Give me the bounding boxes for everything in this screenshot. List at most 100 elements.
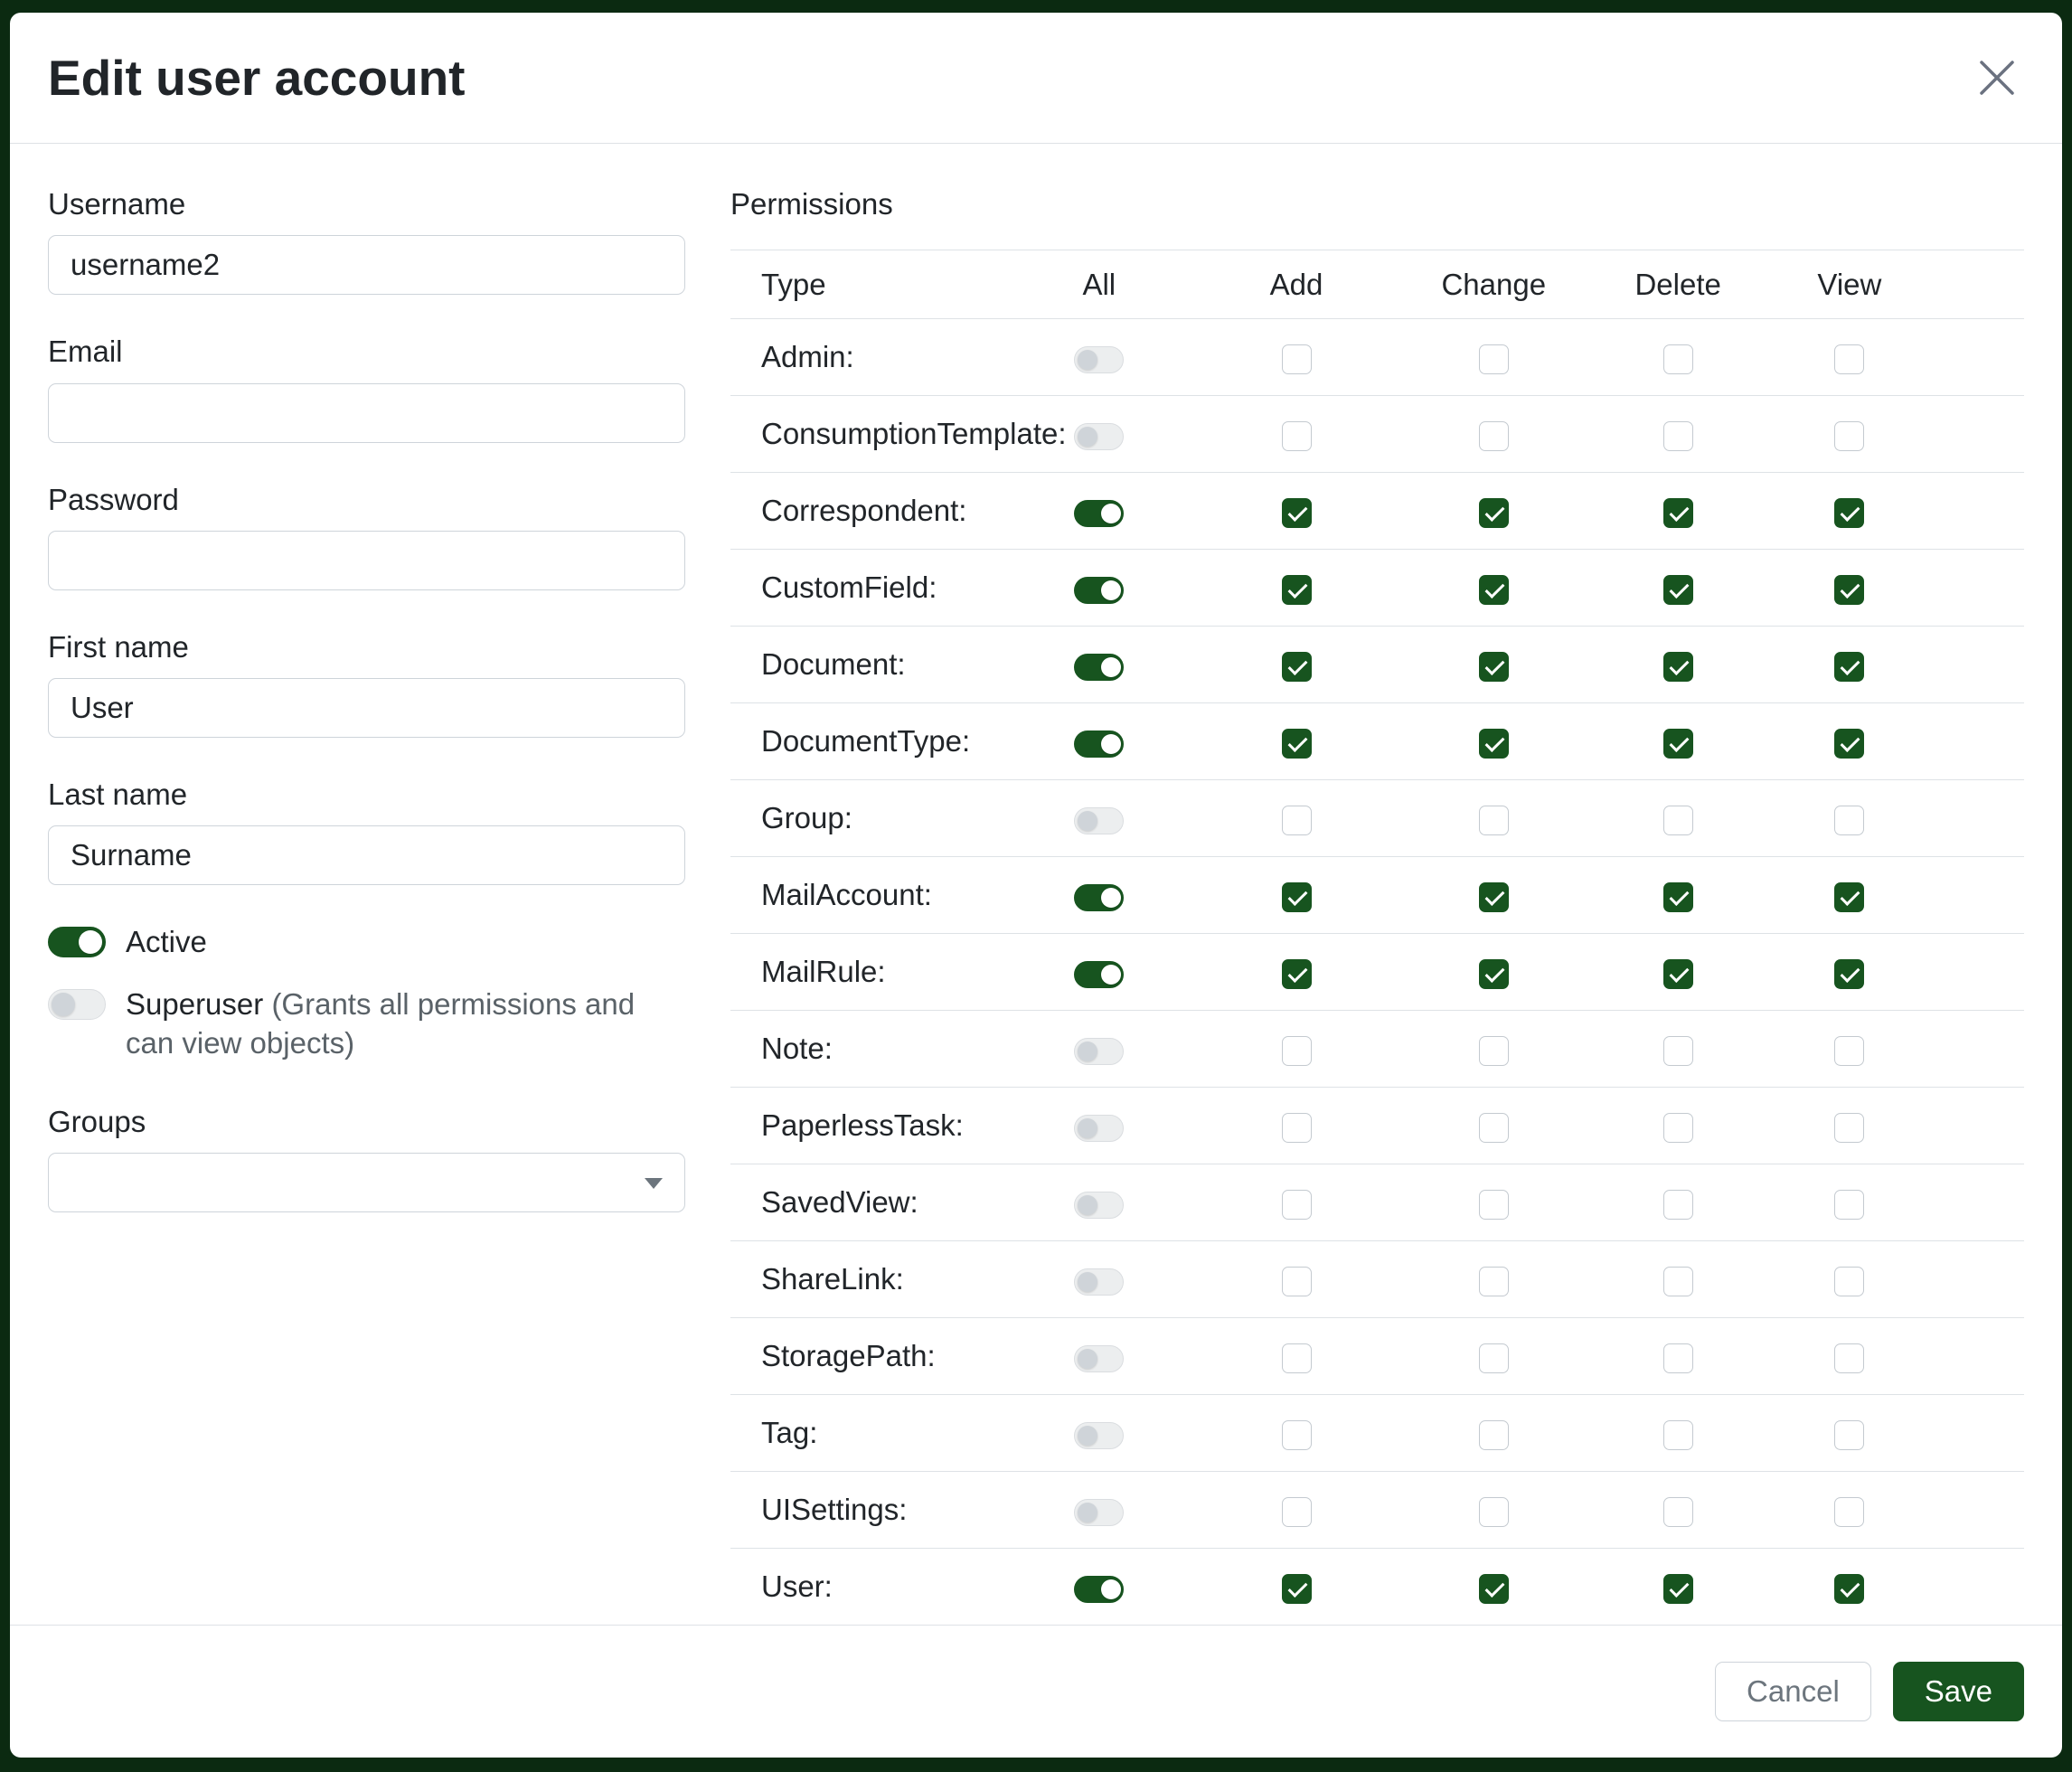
permission-change-checkbox[interactable] [1479, 421, 1509, 451]
permission-change-checkbox[interactable] [1479, 575, 1509, 605]
permission-view-checkbox[interactable] [1834, 1497, 1864, 1527]
permission-all-toggle[interactable] [1074, 1576, 1124, 1603]
superuser-toggle[interactable] [48, 989, 106, 1020]
permission-delete-checkbox[interactable] [1663, 575, 1693, 605]
permission-view-checkbox[interactable] [1834, 1113, 1864, 1143]
permission-delete-checkbox[interactable] [1663, 1343, 1693, 1373]
password-input[interactable] [48, 531, 685, 590]
groups-select[interactable] [48, 1153, 685, 1212]
permission-change-checkbox[interactable] [1479, 1267, 1509, 1296]
permission-add-checkbox[interactable] [1282, 652, 1312, 682]
permission-all-toggle[interactable] [1074, 807, 1124, 834]
permission-view-checkbox[interactable] [1834, 575, 1864, 605]
permission-change-checkbox[interactable] [1479, 498, 1509, 528]
toggle-knob [1078, 1195, 1097, 1215]
permission-view-checkbox[interactable] [1834, 959, 1864, 989]
permission-view-checkbox[interactable] [1834, 421, 1864, 451]
permission-add-checkbox[interactable] [1282, 498, 1312, 528]
permission-add-checkbox[interactable] [1282, 1497, 1312, 1527]
permission-view-checkbox[interactable] [1834, 729, 1864, 759]
save-button[interactable]: Save [1893, 1662, 2024, 1721]
permission-view-checkbox[interactable] [1834, 498, 1864, 528]
permission-all-toggle[interactable] [1074, 423, 1124, 450]
permission-add-checkbox[interactable] [1282, 806, 1312, 835]
permission-delete-checkbox[interactable] [1663, 1574, 1693, 1604]
permission-delete-checkbox[interactable] [1663, 498, 1693, 528]
permission-delete-checkbox[interactable] [1663, 1497, 1693, 1527]
permission-delete-checkbox[interactable] [1663, 882, 1693, 912]
permission-view-checkbox[interactable] [1834, 1420, 1864, 1450]
permission-change-checkbox[interactable] [1479, 959, 1509, 989]
permission-change-checkbox[interactable] [1479, 1113, 1509, 1143]
toggle-knob [1078, 1118, 1097, 1138]
permission-delete-checkbox[interactable] [1663, 1420, 1693, 1450]
permission-delete-checkbox[interactable] [1663, 344, 1693, 374]
permission-all-toggle[interactable] [1074, 500, 1124, 527]
permission-all-toggle[interactable] [1074, 1422, 1124, 1449]
permission-add-checkbox[interactable] [1282, 1190, 1312, 1220]
permission-add-checkbox[interactable] [1282, 1574, 1312, 1604]
permission-delete-checkbox[interactable] [1663, 729, 1693, 759]
permission-delete-checkbox[interactable] [1663, 421, 1693, 451]
permission-change-checkbox[interactable] [1479, 652, 1509, 682]
permission-view-checkbox[interactable] [1834, 344, 1864, 374]
permission-change-checkbox[interactable] [1479, 344, 1509, 374]
permission-change-checkbox[interactable] [1479, 1497, 1509, 1527]
permission-add-checkbox[interactable] [1282, 1113, 1312, 1143]
username-input[interactable] [48, 235, 685, 295]
toggle-knob [1078, 1426, 1097, 1446]
permission-view-checkbox[interactable] [1834, 882, 1864, 912]
permission-all-toggle[interactable] [1074, 346, 1124, 373]
permission-delete-checkbox[interactable] [1663, 806, 1693, 835]
permission-all-toggle[interactable] [1074, 961, 1124, 988]
permission-all-toggle[interactable] [1074, 1115, 1124, 1142]
permission-change-checkbox[interactable] [1479, 806, 1509, 835]
permission-change-checkbox[interactable] [1479, 1343, 1509, 1373]
permission-all-toggle[interactable] [1074, 1038, 1124, 1065]
permission-view-checkbox[interactable] [1834, 1267, 1864, 1296]
permission-all-toggle[interactable] [1074, 1499, 1124, 1526]
permission-view-checkbox[interactable] [1834, 1574, 1864, 1604]
permission-all-toggle[interactable] [1074, 654, 1124, 681]
permission-all-toggle[interactable] [1074, 577, 1124, 604]
permission-add-checkbox[interactable] [1282, 575, 1312, 605]
permission-add-checkbox[interactable] [1282, 421, 1312, 451]
permission-view-checkbox[interactable] [1834, 1036, 1864, 1066]
permission-delete-checkbox[interactable] [1663, 1190, 1693, 1220]
permission-add-checkbox[interactable] [1282, 1267, 1312, 1296]
permission-change-checkbox[interactable] [1479, 882, 1509, 912]
permission-delete-checkbox[interactable] [1663, 959, 1693, 989]
permission-delete-checkbox[interactable] [1663, 1267, 1693, 1296]
permission-view-checkbox[interactable] [1834, 806, 1864, 835]
permission-all-toggle[interactable] [1074, 884, 1124, 911]
permission-add-checkbox[interactable] [1282, 1036, 1312, 1066]
permission-add-checkbox[interactable] [1282, 1420, 1312, 1450]
permission-change-checkbox[interactable] [1479, 1420, 1509, 1450]
active-toggle[interactable] [48, 927, 106, 957]
permission-all-toggle[interactable] [1074, 1268, 1124, 1296]
permission-delete-checkbox[interactable] [1663, 1113, 1693, 1143]
permission-add-checkbox[interactable] [1282, 1343, 1312, 1373]
permission-delete-checkbox[interactable] [1663, 652, 1693, 682]
first-name-input[interactable] [48, 678, 685, 738]
email-input[interactable] [48, 383, 685, 443]
permission-change-checkbox[interactable] [1479, 1574, 1509, 1604]
permission-delete-checkbox[interactable] [1663, 1036, 1693, 1066]
permission-view-checkbox[interactable] [1834, 1190, 1864, 1220]
cancel-button[interactable]: Cancel [1715, 1662, 1871, 1721]
permission-change-checkbox[interactable] [1479, 1036, 1509, 1066]
permission-all-toggle[interactable] [1074, 730, 1124, 758]
permission-all-toggle[interactable] [1074, 1192, 1124, 1219]
close-icon[interactable] [1970, 51, 2024, 105]
permission-add-checkbox[interactable] [1282, 959, 1312, 989]
toggle-knob [1078, 1349, 1097, 1369]
permission-change-checkbox[interactable] [1479, 729, 1509, 759]
permission-change-checkbox[interactable] [1479, 1190, 1509, 1220]
last-name-input[interactable] [48, 825, 685, 885]
permission-add-checkbox[interactable] [1282, 882, 1312, 912]
permission-view-checkbox[interactable] [1834, 1343, 1864, 1373]
permission-view-checkbox[interactable] [1834, 652, 1864, 682]
permission-add-checkbox[interactable] [1282, 729, 1312, 759]
permission-all-toggle[interactable] [1074, 1345, 1124, 1372]
permission-add-checkbox[interactable] [1282, 344, 1312, 374]
